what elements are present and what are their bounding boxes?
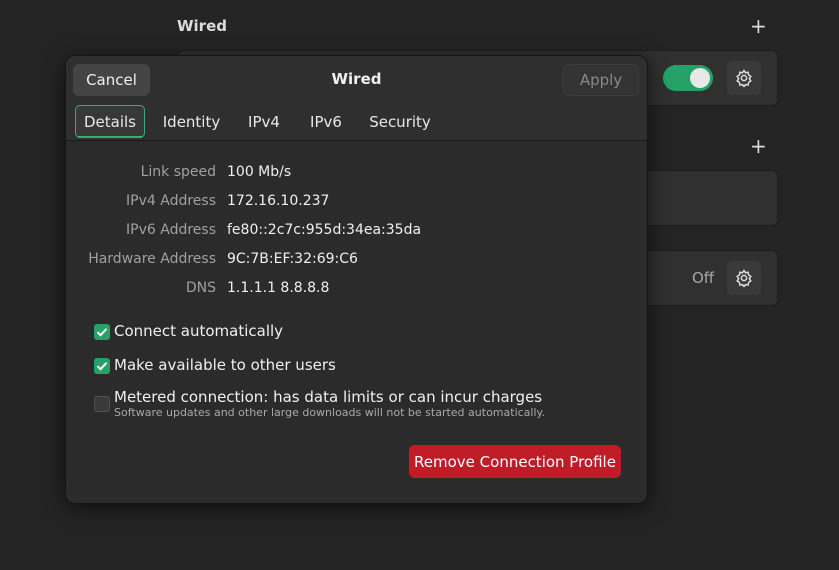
checkmark-icon — [96, 362, 108, 371]
apply-button[interactable]: Apply — [563, 64, 639, 96]
wired-connection-dialog: Cancel Wired Apply Details Identity IPv4… — [65, 55, 648, 504]
tab-bar: Details Identity IPv4 IPv6 Security — [66, 103, 647, 141]
detail-label: Link speed — [140, 164, 216, 180]
detail-value: fe80::2c7c:955d:34ea:35da — [227, 222, 422, 238]
tab-ipv4[interactable]: IPv4 — [239, 105, 289, 138]
detail-value: 1.1.1.1 8.8.8.8 — [227, 280, 330, 296]
tab-details[interactable]: Details — [75, 105, 145, 138]
gear-icon — [736, 69, 752, 87]
detail-row-ipv6: IPv6 Address fe80::2c7c:955d:34ea:35da — [66, 222, 647, 242]
connect-automatically-checkbox[interactable] — [94, 324, 110, 340]
detail-row-hardware-address: Hardware Address 9C:7B:EF:32:69:C6 — [66, 251, 647, 271]
detail-label: Hardware Address — [88, 251, 216, 267]
metered-connection-checkbox[interactable] — [94, 396, 110, 412]
dialog-header: Cancel Wired Apply — [66, 56, 647, 104]
detail-value: 9C:7B:EF:32:69:C6 — [227, 251, 358, 267]
wired-settings-gear-button[interactable] — [727, 61, 761, 95]
proxy-settings-gear-button[interactable] — [727, 261, 761, 295]
detail-label: DNS — [185, 280, 216, 296]
detail-row-link-speed: Link speed 100 Mb/s — [66, 164, 647, 184]
detail-label: IPv6 Address — [126, 222, 216, 238]
available-to-others-checkbox[interactable] — [94, 358, 110, 374]
dialog-title: Wired — [331, 70, 382, 88]
connect-automatically-label: Connect automatically — [114, 322, 284, 340]
metered-connection-description: Software updates and other large downloa… — [114, 406, 545, 419]
proxy-status-off: Off — [692, 269, 715, 287]
tab-identity[interactable]: Identity — [154, 105, 229, 138]
detail-value: 172.16.10.237 — [227, 193, 330, 209]
detail-label: IPv4 Address — [126, 193, 216, 209]
metered-connection-label: Metered connection: has data limits or c… — [114, 388, 543, 406]
detail-value: 100 Mb/s — [227, 164, 292, 180]
add-vpn-plus-icon[interactable]: + — [750, 136, 767, 156]
detail-row-dns: DNS 1.1.1.1 8.8.8.8 — [66, 280, 647, 300]
tab-ipv6[interactable]: IPv6 — [301, 105, 351, 138]
detail-row-ipv4: IPv4 Address 172.16.10.237 — [66, 193, 647, 213]
checkmark-icon — [96, 328, 108, 337]
tab-security[interactable]: Security — [363, 105, 437, 138]
wired-toggle-switch[interactable] — [663, 65, 713, 91]
remove-connection-profile-button[interactable]: Remove Connection Profile — [409, 445, 621, 478]
available-to-others-label: Make available to other users — [114, 356, 336, 374]
add-wired-plus-icon[interactable]: + — [750, 16, 767, 36]
toggle-knob — [690, 68, 710, 88]
gear-icon — [736, 269, 752, 287]
wired-section-title: Wired — [177, 17, 227, 35]
